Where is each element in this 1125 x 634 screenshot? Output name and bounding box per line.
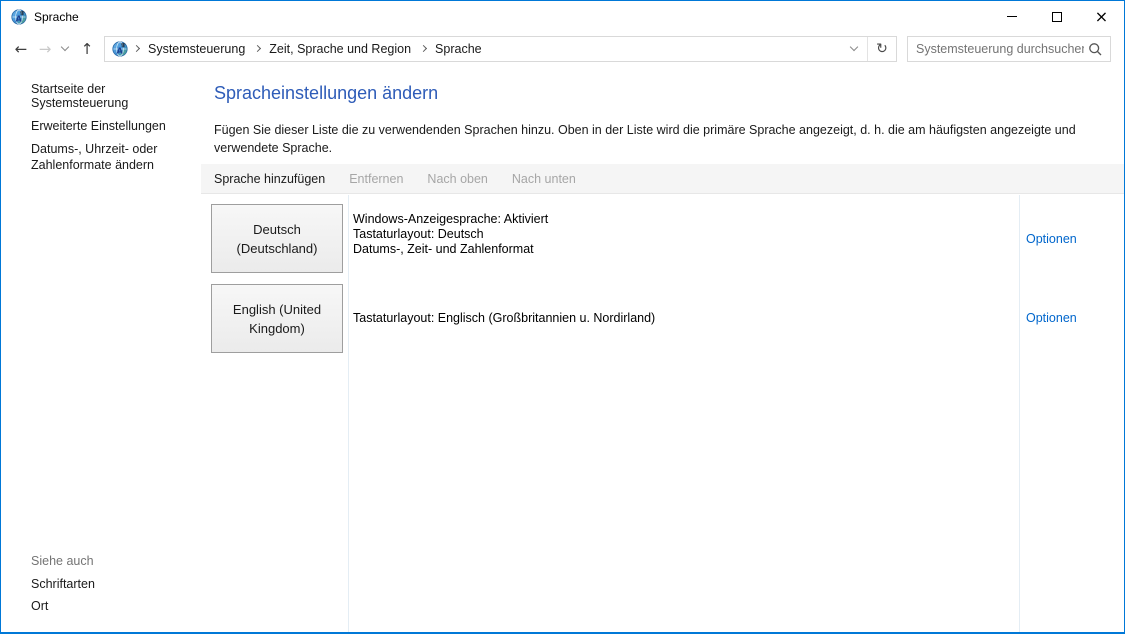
content-area: Startseite der Systemsteuerung Erweitert… <box>1 65 1124 632</box>
minimize-button[interactable] <box>989 1 1034 32</box>
address-dropdown-button[interactable] <box>841 37 867 61</box>
breadcrumb-chevron-icon[interactable] <box>128 37 144 61</box>
breadcrumb-item-sprache[interactable]: Sprache <box>431 42 486 56</box>
search-icon[interactable] <box>1088 42 1102 56</box>
language-details-english: Tastaturlayout: Englisch (Großbritannien… <box>353 311 655 326</box>
maximize-icon <box>1052 12 1062 22</box>
add-language-button[interactable]: Sprache hinzufügen <box>214 172 325 186</box>
sidebar-item-advanced-settings[interactable]: Erweiterte Einstellungen <box>31 119 201 133</box>
see-also-header: Siehe auch <box>31 554 94 568</box>
refresh-button[interactable]: ↻ <box>868 37 896 61</box>
sidebar-item-control-panel-home[interactable]: Startseite der Systemsteuerung <box>31 82 201 110</box>
window-title: Sprache <box>34 10 79 24</box>
chevron-down-icon <box>60 43 68 51</box>
navigation-bar: ← → ↑ Systemsteuerung Zeit, Sprache und … <box>1 32 1124 65</box>
move-down-button[interactable]: Nach unten <box>512 172 576 186</box>
back-icon: ← <box>15 40 28 58</box>
close-icon: × <box>1095 9 1108 25</box>
language-icon <box>11 9 27 25</box>
back-button[interactable]: ← <box>9 36 33 62</box>
list-column-divider <box>1019 195 1020 632</box>
up-icon: ↑ <box>81 40 94 58</box>
address-bar[interactable]: Systemsteuerung Zeit, Sprache und Region… <box>104 36 897 62</box>
breadcrumb-item-zeit-sprache-region[interactable]: Zeit, Sprache und Region <box>265 42 415 56</box>
search-input[interactable] <box>916 42 1084 56</box>
forward-button[interactable]: → <box>33 36 57 62</box>
language-control-panel-window: Sprache × ← → ↑ Systemsteuerung Zeit, Sp… <box>0 0 1125 634</box>
remove-language-button[interactable]: Entfernen <box>349 172 403 186</box>
close-button[interactable]: × <box>1079 1 1124 32</box>
up-button[interactable]: ↑ <box>75 36 99 62</box>
breadcrumb-item-systemsteuerung[interactable]: Systemsteuerung <box>144 42 249 56</box>
maximize-button[interactable] <box>1034 1 1079 32</box>
detail-line: Tastaturlayout: Deutsch <box>353 227 548 242</box>
search-box[interactable] <box>907 36 1111 62</box>
sidebar-item-location[interactable]: Ort <box>31 599 48 613</box>
detail-line: Datums-, Zeit- und Zahlenformat <box>353 242 548 257</box>
sidebar-item-change-formats[interactable]: Datums-, Uhrzeit- oder Zahlenformate änd… <box>31 141 191 173</box>
options-link-deutsch[interactable]: Optionen <box>1026 232 1077 246</box>
page-title: Spracheinstellungen ändern <box>214 83 438 104</box>
detail-line: Windows-Anzeigesprache: Aktiviert <box>353 212 548 227</box>
language-tile-deutsch[interactable]: Deutsch (Deutschland) <box>211 204 343 273</box>
recent-pages-button[interactable] <box>57 36 72 62</box>
language-tile-english[interactable]: English (United Kingdom) <box>211 284 343 353</box>
refresh-icon: ↻ <box>876 41 888 57</box>
sidebar-item-fonts[interactable]: Schriftarten <box>31 577 95 591</box>
chevron-down-icon <box>850 43 858 51</box>
move-up-button[interactable]: Nach oben <box>427 172 487 186</box>
minimize-icon <box>1007 16 1017 17</box>
forward-icon: → <box>39 40 52 58</box>
language-details-deutsch: Windows-Anzeigesprache: Aktiviert Tastat… <box>353 212 548 257</box>
options-link-english[interactable]: Optionen <box>1026 311 1077 325</box>
page-description: Fügen Sie dieser Liste die zu verwendend… <box>214 121 1117 157</box>
language-icon <box>112 41 128 57</box>
window-controls: × <box>989 1 1124 32</box>
language-list-toolbar: Sprache hinzufügen Entfernen Nach oben N… <box>201 164 1124 194</box>
detail-line: Tastaturlayout: Englisch (Großbritannien… <box>353 311 655 326</box>
breadcrumb-chevron-icon[interactable] <box>249 37 265 61</box>
breadcrumb-chevron-icon[interactable] <box>415 37 431 61</box>
title-bar: Sprache × <box>1 1 1124 32</box>
list-column-divider <box>348 195 349 632</box>
